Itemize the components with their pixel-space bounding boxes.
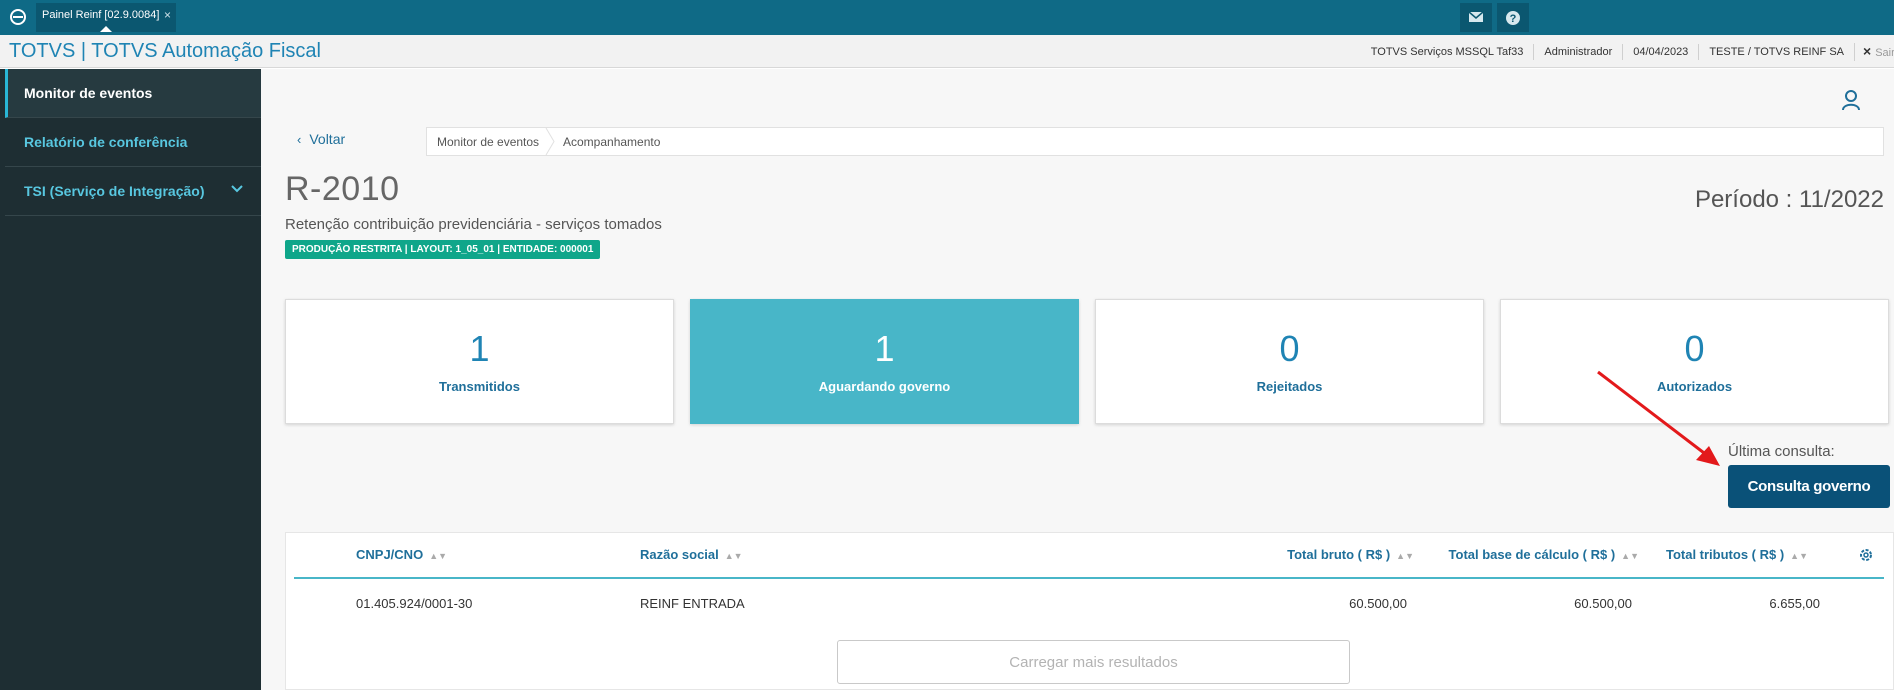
column-header-label: CNPJ/CNO xyxy=(356,547,424,562)
sort-icon: ▲▼ xyxy=(429,551,448,561)
sidebar-item-monitor-eventos[interactable]: Monitor de eventos xyxy=(5,69,261,118)
breadcrumb: Monitor de eventos Acompanhamento xyxy=(426,127,1884,156)
cell-base-calculo: 60.500,00 xyxy=(1574,596,1632,611)
app-header: TOTVS | TOTVS Automação Fiscal TOTVS Ser… xyxy=(0,35,1894,68)
sidebar: Monitor de eventos Relatório de conferên… xyxy=(0,69,261,690)
card-count: 1 xyxy=(469,328,490,369)
card-count: 0 xyxy=(1279,328,1300,369)
sidebar-item-label: TSI (Serviço de Integração) xyxy=(24,183,205,199)
card-label: Rejeitados xyxy=(1256,379,1323,394)
gear-icon[interactable] xyxy=(1858,547,1874,563)
help-icon: ? xyxy=(1506,11,1520,25)
date-label[interactable]: 04/04/2023 xyxy=(1622,43,1698,60)
sidebar-item-label: Monitor de eventos xyxy=(24,85,153,101)
tab-caret-icon xyxy=(100,26,112,32)
page-subtitle: Retenção contribuição previdenciária - s… xyxy=(285,216,662,233)
column-header-label: Total base de cálculo ( R$ ) xyxy=(1448,547,1616,562)
session-info: TOTVS Serviços MSSQL Taf33 Administrador… xyxy=(1361,35,1894,68)
logo-icon[interactable] xyxy=(9,8,27,26)
breadcrumb-separator-icon xyxy=(545,128,555,155)
sort-icon: ▲▼ xyxy=(1790,551,1808,561)
mail-icon xyxy=(1468,11,1484,22)
app-title: TOTVS | TOTVS Automação Fiscal xyxy=(9,40,321,62)
mail-button[interactable] xyxy=(1460,3,1492,32)
breadcrumb-item-acompanhamento: Acompanhamento xyxy=(563,135,661,149)
page-title: R-2010 xyxy=(285,170,400,208)
load-more-button[interactable]: Carregar mais resultados xyxy=(837,640,1350,684)
events-table: CNPJ/CNO ▲▼ Razão social ▲▼ Total bruto ( … xyxy=(285,532,1894,690)
sidebar-item-tsi[interactable]: TSI (Serviço de Integração) xyxy=(5,167,261,216)
last-query-label: Última consulta: xyxy=(1728,443,1835,460)
card-label: Aguardando governo xyxy=(818,379,951,394)
breadcrumb-item-monitor[interactable]: Monitor de eventos xyxy=(437,135,539,149)
cell-razao-social: REINF ENTRADA xyxy=(640,596,745,611)
exit-button[interactable]: × Sair xyxy=(1854,42,1894,61)
sort-icon: ▲▼ xyxy=(724,551,743,561)
card-transmitidos[interactable]: 1 Transmitidos xyxy=(285,299,674,424)
sort-icon: ▲▼ xyxy=(1396,551,1414,561)
user-label[interactable]: Administrador xyxy=(1533,43,1622,60)
environment-label[interactable]: TOTVS Serviços MSSQL Taf33 xyxy=(1361,44,1534,60)
main-content: ‹ Voltar Monitor de eventos Acompanhament… xyxy=(261,69,1894,690)
sort-icon: ▲▼ xyxy=(1621,551,1639,561)
card-count: 1 xyxy=(874,328,895,369)
help-button[interactable]: ? xyxy=(1497,3,1529,32)
cell-total-tributos: 6.655,00 xyxy=(1769,596,1820,611)
tab-painel-reinf[interactable]: Painel Reinf [02.9.0084] × xyxy=(36,3,176,32)
cell-total-bruto: 60.500,00 xyxy=(1349,596,1407,611)
column-header-total-bruto[interactable]: Total bruto ( R$ ) ▲▼ xyxy=(1287,547,1414,562)
card-label: Transmitidos xyxy=(439,379,520,394)
card-count: 0 xyxy=(1684,328,1705,369)
annotation-arrow-icon xyxy=(1597,370,1720,466)
column-header-label: Total tributos ( R$ ) xyxy=(1665,547,1785,562)
column-header-cnpj[interactable]: CNPJ/CNO ▲▼ xyxy=(356,547,447,562)
consulta-governo-button[interactable]: Consulta governo xyxy=(1728,465,1890,508)
table-header: CNPJ/CNO ▲▼ Razão social ▲▼ Total bruto ( … xyxy=(294,533,1884,579)
period-label: Período : 11/2022 xyxy=(1694,186,1884,213)
cell-cnpj: 01.405.924/0001-30 xyxy=(356,596,473,611)
exit-label: Sair xyxy=(1875,46,1894,59)
column-header-label: Total bruto ( R$ ) xyxy=(1287,547,1391,562)
card-aguardando-governo[interactable]: 1 Aguardando governo xyxy=(690,299,1079,424)
column-header-razao-social[interactable]: Razão social ▲▼ xyxy=(640,547,743,562)
close-icon: × xyxy=(1863,42,1872,59)
column-header-base-calculo[interactable]: Total base de cálculo ( R$ ) ▲▼ xyxy=(1449,547,1639,562)
sidebar-item-label: Relatório de conferência xyxy=(24,134,188,150)
environment-badge: PRODUÇÃO RESTRITA | LAYOUT: 1_05_01 | EN… xyxy=(285,240,601,259)
top-bar: Painel Reinf [02.9.0084] × ? xyxy=(0,0,1894,35)
tab-label: Painel Reinf [02.9.0084] xyxy=(42,9,160,21)
column-header-total-tributos[interactable]: Total tributos ( R$ ) ▲▼ xyxy=(1666,547,1808,562)
chevron-left-icon: ‹ xyxy=(297,132,302,147)
back-button[interactable]: ‹ Voltar xyxy=(297,131,345,147)
back-label: Voltar xyxy=(309,131,346,147)
user-icon[interactable] xyxy=(1841,89,1861,111)
table-row[interactable]: 01.405.924/0001-30 REINF ENTRADA 60.500,… xyxy=(294,581,1884,626)
chevron-down-icon[interactable] xyxy=(231,185,243,193)
svg-text:?: ? xyxy=(1510,13,1517,25)
sidebar-item-relatorio-conferencia[interactable]: Relatório de conferência xyxy=(5,118,261,167)
company-label[interactable]: TESTE / TOTVS REINF SA xyxy=(1698,43,1854,60)
column-header-label: Razão social xyxy=(640,547,719,562)
card-rejeitados[interactable]: 0 Rejeitados xyxy=(1095,299,1484,424)
tab-close-icon[interactable]: × xyxy=(164,3,171,27)
